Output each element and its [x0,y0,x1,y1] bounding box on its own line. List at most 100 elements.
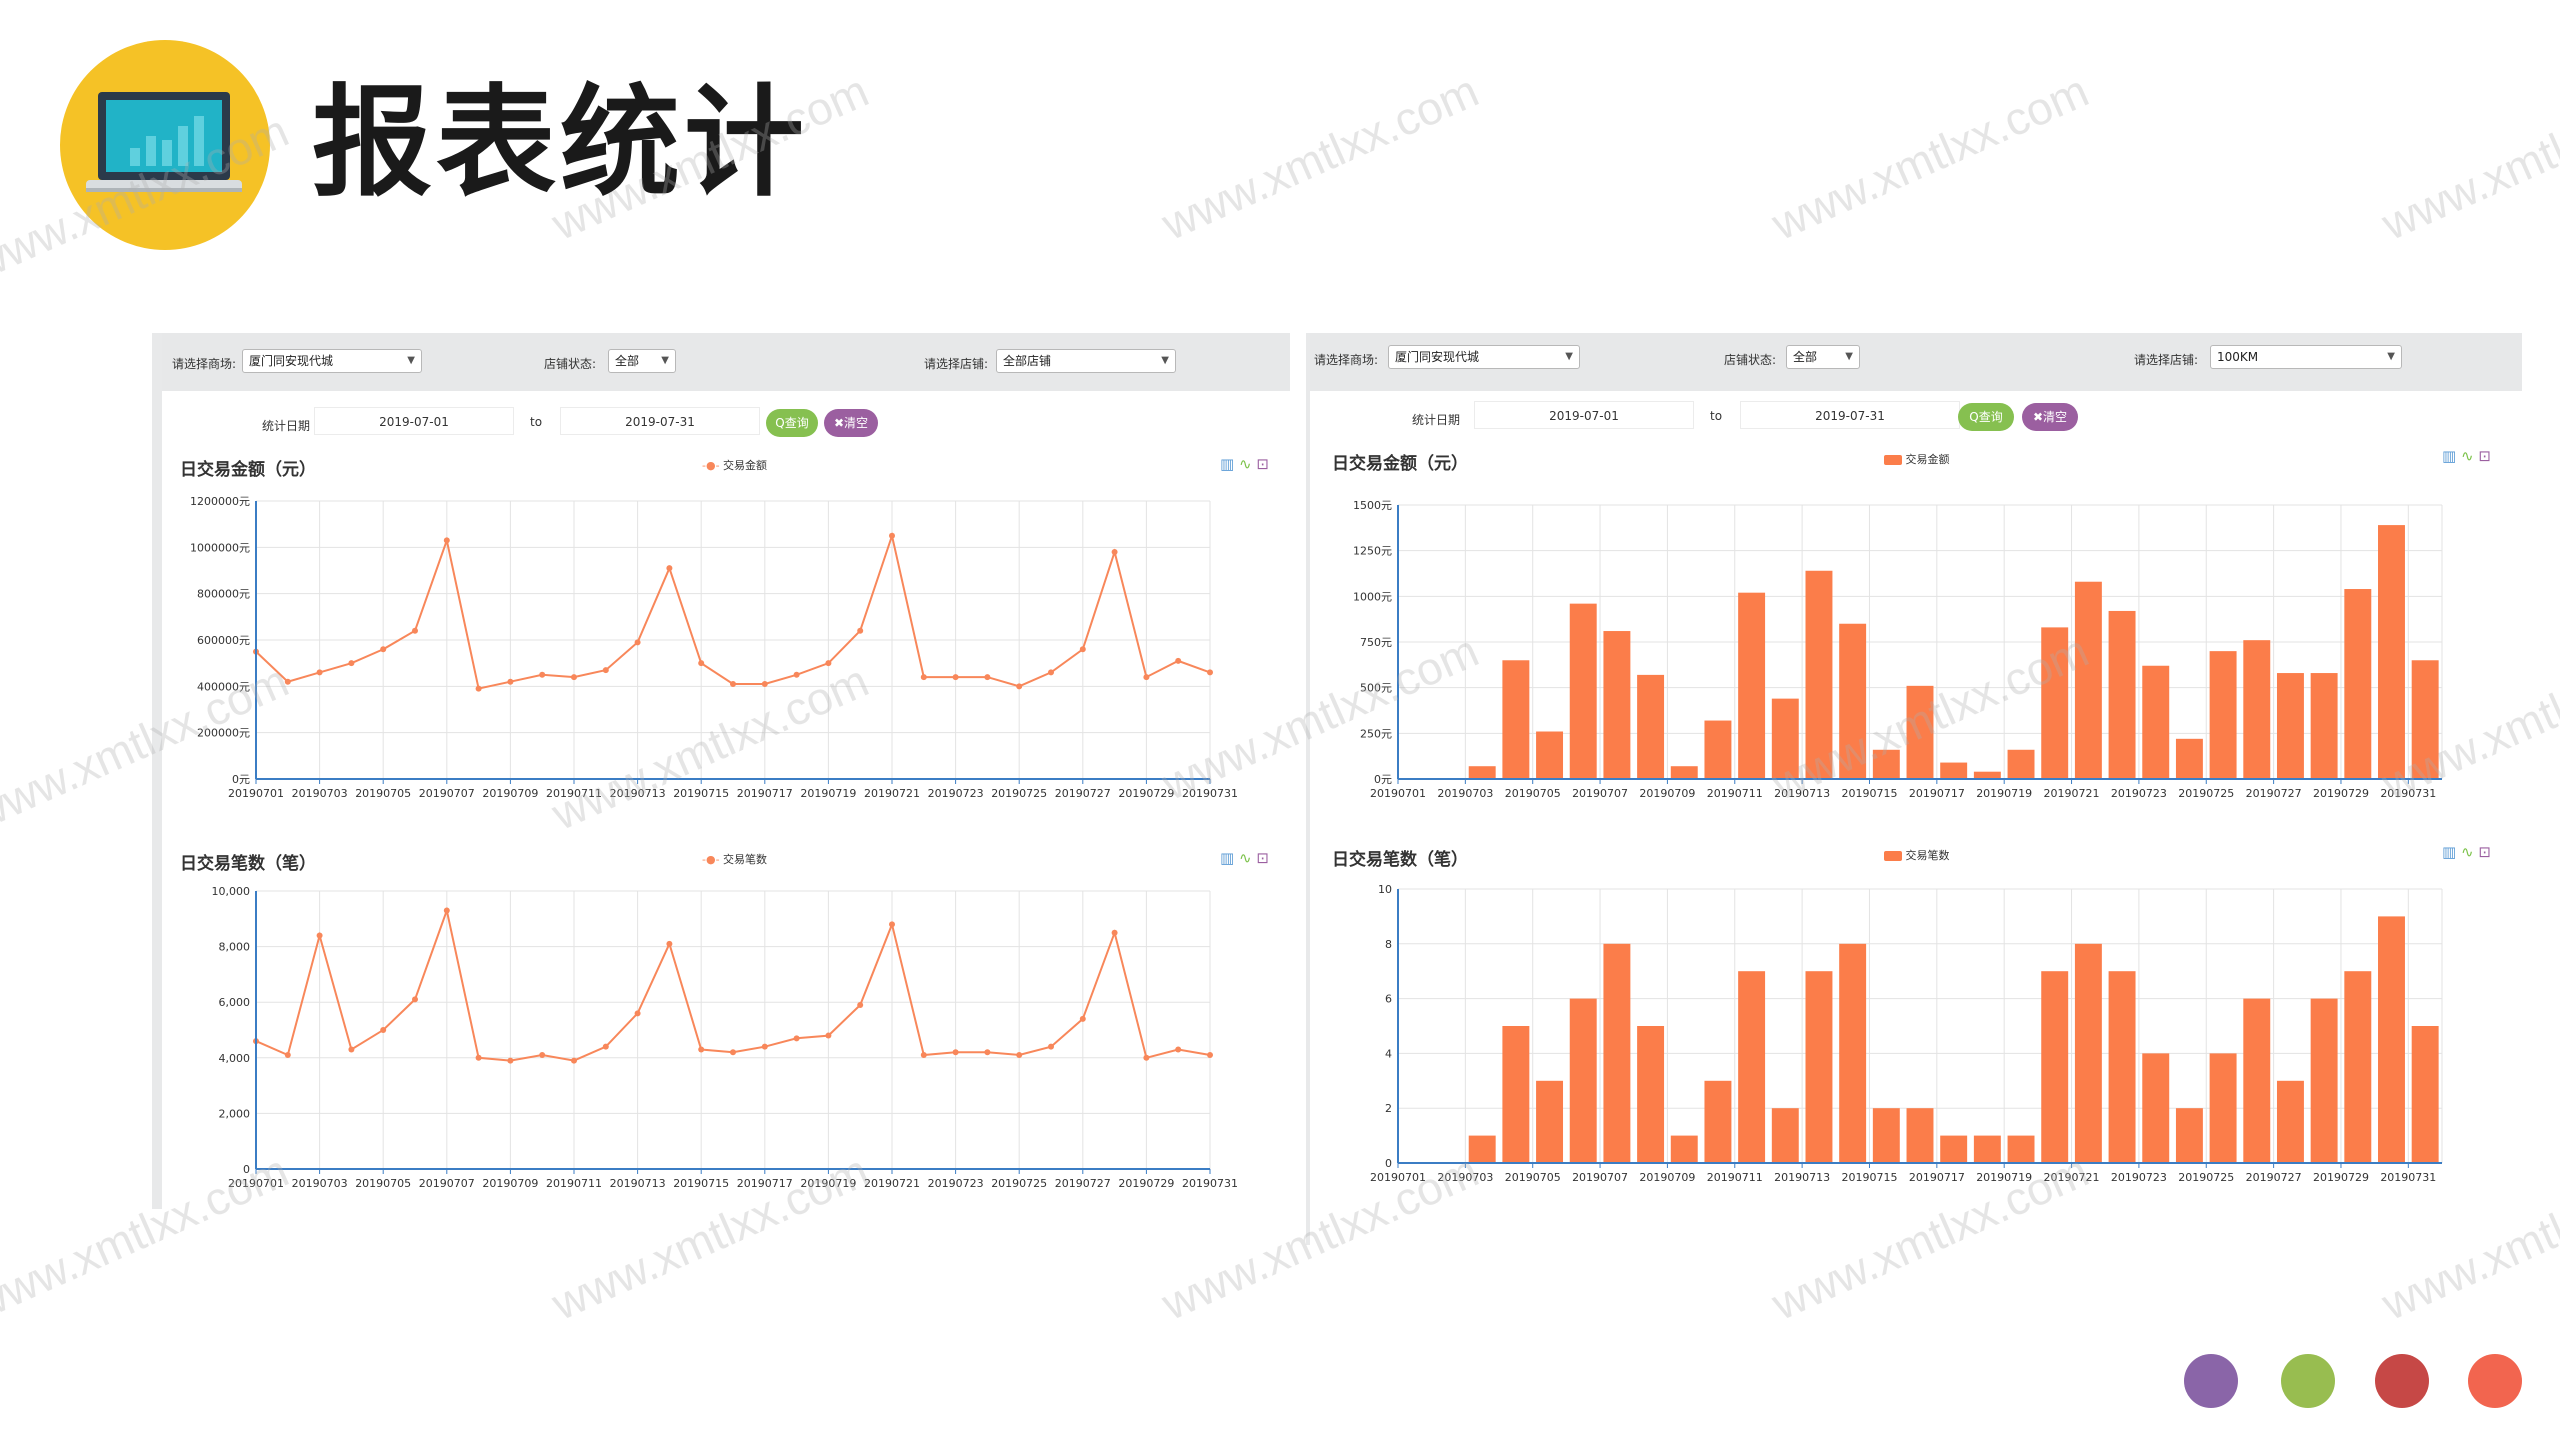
report-panel-right: 请选择商场: 厦门同安现代城 ▼ 店铺状态: 全部 ▼ 请选择店铺: 100KM… [1306,333,2522,1245]
mall-select[interactable]: 厦门同安现代城 ▼ [1388,345,1580,369]
y-tick-label: 750元 [1360,636,1392,649]
status-select[interactable]: 全部 ▼ [608,349,676,373]
query-button[interactable]: Q查询 [1958,403,2014,431]
clear-button[interactable]: ✖清空 [2022,403,2078,431]
data-point [761,681,768,688]
start-date-input[interactable]: 2019-07-01 [1474,401,1694,429]
data-point [1048,669,1054,676]
chart-toolbox: ▥ ∿ ⊡ [1220,455,1269,473]
legend-count[interactable]: 交易笔数 [1884,847,1950,863]
y-tick-label: 8 [1385,938,1392,951]
chevron-down-icon: ▼ [2387,351,2395,362]
data-point [952,1049,959,1056]
store-select[interactable]: 100KM ▼ [2210,345,2402,369]
store-select[interactable]: 全部店铺 ▼ [996,349,1176,373]
x-tick-label: 20190723 [2111,787,2167,800]
data-point [1175,1046,1182,1053]
x-tick-label: 20190713 [610,1177,666,1190]
filter-bar: 请选择商场: 厦门同安现代城 ▼ 店铺状态: 全部 ▼ 请选择店铺: 100KM… [1310,333,2522,391]
data-point [316,932,323,939]
data-point [666,940,673,947]
chart-title-count: 日交易笔数（笔） [1332,850,1468,870]
data-bar [2243,640,2271,779]
data-bar [1536,1080,1564,1163]
data-bar [1468,766,1496,779]
save-image-icon[interactable]: ⊡ [2478,447,2491,465]
x-tick-label: 20190719 [1976,1171,2032,1184]
data-bar [2276,1080,2304,1163]
data-point [1016,683,1023,690]
x-tick-label: 20190711 [1707,1171,1763,1184]
legend-amount[interactable]: -●- 交易金额 [702,457,767,473]
clear-button[interactable]: ✖清空 [824,409,878,437]
data-bar [2142,665,2170,779]
line-chart-icon[interactable]: ∿ [1239,849,1252,867]
line-chart-icon[interactable]: ∿ [2461,843,2474,861]
x-tick-label: 20190725 [991,787,1047,800]
chart-title-count: 日交易笔数（笔） [180,854,316,874]
data-bar [1872,749,1900,779]
end-date-input[interactable]: 2019-07-31 [560,407,760,435]
data-point [698,1046,705,1053]
y-tick-label: 6 [1385,993,1392,1006]
bar-chart-icon[interactable]: ▥ [1220,455,1234,473]
x-tick-label: 20190703 [292,787,348,800]
data-bar [2310,998,2338,1163]
start-date-input[interactable]: 2019-07-01 [314,407,514,435]
data-point [284,1052,291,1059]
query-button[interactable]: Q查询 [766,409,818,437]
bar-chart-icon[interactable]: ▥ [1220,849,1234,867]
data-point [857,627,864,634]
bar-chart-icon[interactable]: ▥ [2442,447,2456,465]
x-tick-label: 20190701 [1370,787,1426,800]
y-tick-label: 4 [1385,1047,1392,1060]
x-tick-label: 20190729 [2313,787,2369,800]
data-point [507,678,514,685]
data-bar [2041,971,2069,1163]
line-chart-icon[interactable]: ∿ [2461,447,2474,465]
save-image-icon[interactable]: ⊡ [2478,843,2491,861]
decor-dot-green [2281,1354,2335,1408]
save-image-icon[interactable]: ⊡ [1256,455,1269,473]
mall-select[interactable]: 厦门同安现代城 ▼ [242,349,422,373]
y-tick-label: 0元 [232,773,250,786]
data-point [761,1043,768,1050]
end-date-input[interactable]: 2019-07-31 [1740,401,1960,429]
data-bar [1569,603,1597,779]
data-bar [2378,525,2405,779]
data-bar [1805,971,1833,1163]
bar-chart-icon[interactable]: ▥ [2442,843,2456,861]
data-bar [1872,1108,1900,1163]
data-point [889,532,895,539]
x-tick-label: 20190701 [228,1177,284,1190]
legend-count[interactable]: -●- 交易笔数 [702,851,767,867]
data-point [1143,1054,1150,1061]
save-image-icon[interactable]: ⊡ [1256,849,1269,867]
x-tick-label: 20190725 [2178,1171,2234,1184]
status-label: 店铺状态: [544,357,597,371]
y-tick-label: 6,000 [219,996,251,1009]
legend-label: 交易笔数 [723,853,768,866]
chevron-down-icon: ▼ [1565,351,1573,362]
x-tick-label: 20190717 [1909,1171,1965,1184]
data-bar [2175,738,2203,779]
line-chart-icon[interactable]: ∿ [1239,455,1252,473]
data-bar [1603,631,1631,779]
y-tick-label: 10 [1378,883,1392,896]
mall-label: 请选择商场: [1314,353,1379,367]
y-tick-label: 0 [243,1163,250,1176]
legend-line-icon: -●- [702,459,720,472]
count-line-chart: 0 2,000 4,000 6,000 8,000 10,000 20190701 20190… [212,885,1239,1190]
data-bar [1839,623,1867,779]
data-bar [1468,1135,1496,1163]
x-tick-label: 20190713 [1774,1171,1830,1184]
data-point [984,1049,991,1056]
date-range-row: 统计日期 2019-07-01 to 2019-07-31 Q查询 ✖清空 [1310,393,2522,437]
data-bar [2209,1053,2237,1163]
data-point [1111,929,1118,936]
data-point [920,674,927,681]
x-tick-label: 20190723 [928,787,984,800]
x-tick-label: 20190709 [482,787,538,800]
legend-amount[interactable]: 交易金额 [1884,451,1950,467]
status-select[interactable]: 全部 ▼ [1786,345,1860,369]
